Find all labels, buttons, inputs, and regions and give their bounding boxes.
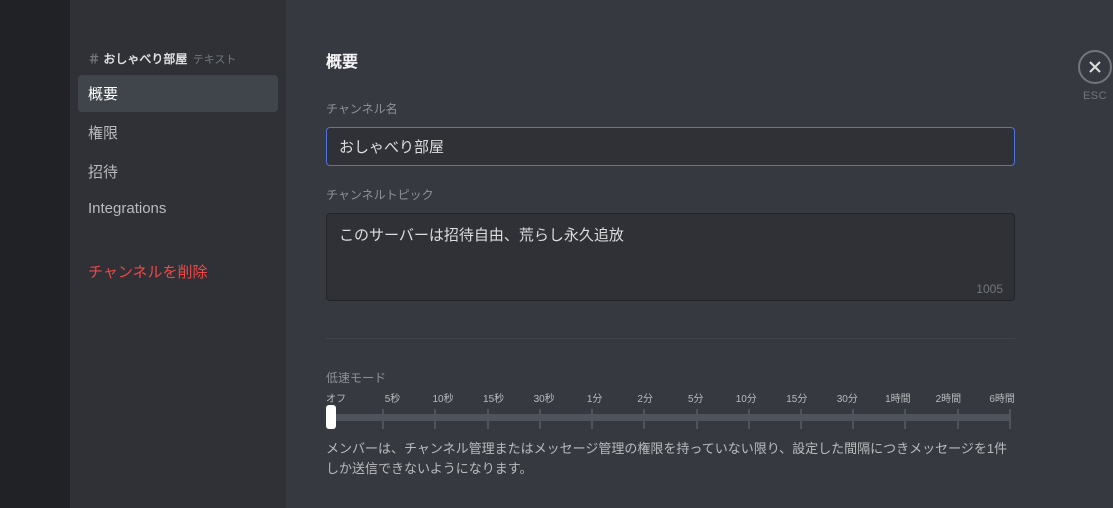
hash-icon: ＃ xyxy=(88,52,100,66)
tick-label: 5秒 xyxy=(377,394,409,405)
sidebar-item-label: チャンネルを削除 xyxy=(88,264,208,281)
close-label: ESC xyxy=(1075,90,1113,102)
sidebar-delete-channel[interactable]: チャンネルを削除 xyxy=(78,253,278,290)
tick-label: 30分 xyxy=(831,394,863,405)
close-button-wrap: ESC xyxy=(1075,50,1113,102)
tick-label: 6時間 xyxy=(983,394,1015,405)
slowmode-label: 低速モード xyxy=(326,369,1015,386)
tick-label: 1時間 xyxy=(882,394,914,405)
tick-label: 2時間 xyxy=(932,394,964,405)
close-icon xyxy=(1087,59,1103,75)
section-divider xyxy=(326,338,1015,339)
sidebar-channel-type: テキスト xyxy=(193,54,237,66)
slider-handle[interactable] xyxy=(326,405,336,429)
topic-charcount: 1005 xyxy=(976,282,1003,296)
sidebar-item-overview[interactable]: 概要 xyxy=(78,75,278,112)
main-content: ESC 概要 チャンネル名 チャンネルトピック 1005 低速モード オフ 5秒… xyxy=(286,0,1113,508)
tick-label: 5分 xyxy=(680,394,712,405)
slowmode-slider[interactable] xyxy=(330,411,1011,419)
tick-label: 15分 xyxy=(781,394,813,405)
slowmode-help: メンバーは、チャンネル管理またはメッセージ管理の権限を持っていない限り、設定した… xyxy=(326,439,1015,478)
sidebar-item-label: 権限 xyxy=(88,125,118,142)
sidebar-channel-name: おしゃべり部屋 xyxy=(103,52,187,66)
sidebar-item-permissions[interactable]: 権限 xyxy=(78,114,278,151)
tick-label: 15秒 xyxy=(478,394,510,405)
close-button[interactable] xyxy=(1078,50,1112,84)
page-title: 概要 xyxy=(326,48,1015,72)
sidebar-item-label: 招待 xyxy=(88,164,118,181)
tick-label: 1分 xyxy=(579,394,611,405)
tick-label: 10秒 xyxy=(427,394,459,405)
sidebar-item-integrations[interactable]: Integrations xyxy=(78,192,278,225)
tick-label: 10分 xyxy=(730,394,762,405)
slowmode-ticks: オフ 5秒 10秒 15秒 30秒 1分 2分 5分 10分 15分 30分 1… xyxy=(326,394,1015,405)
channel-name-input[interactable] xyxy=(326,127,1015,166)
channel-topic-input[interactable] xyxy=(326,213,1015,301)
channel-topic-label: チャンネルトピック xyxy=(326,186,1015,203)
sidebar-item-label: 概要 xyxy=(88,86,118,103)
tick-label: 30秒 xyxy=(528,394,560,405)
sidebar-item-invites[interactable]: 招待 xyxy=(78,153,278,190)
channel-name-label: チャンネル名 xyxy=(326,100,1015,117)
tick-label: オフ xyxy=(326,394,358,405)
sidebar-item-label: Integrations xyxy=(88,200,166,217)
sidebar-header: ＃ おしゃべり部屋 テキスト xyxy=(78,50,278,75)
settings-sidebar: ＃ おしゃべり部屋 テキスト 概要 権限 招待 Integrations チャン… xyxy=(70,0,286,508)
app-gutter xyxy=(0,0,70,508)
tick-label: 2分 xyxy=(629,394,661,405)
